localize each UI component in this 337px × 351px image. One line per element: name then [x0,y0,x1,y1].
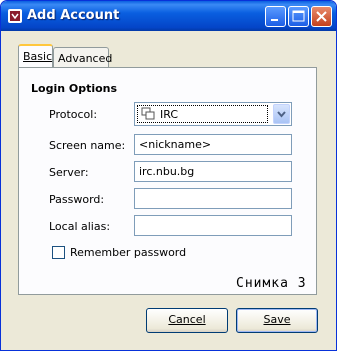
server-field[interactable]: irc.nbu.bg [134,161,292,182]
tab-basic[interactable]: Basic [18,44,53,67]
basic-panel: Login Options Protocol: IRC Screen name:… [18,67,317,295]
cancel-button[interactable]: Cancel [146,308,228,333]
local-alias-label: Local alias: [49,220,111,233]
protocol-label: Protocol: [49,108,98,121]
tab-basic-label: Basic [23,50,53,63]
close-button[interactable] [311,6,332,27]
tab-advanced[interactable]: Advanced [53,47,113,67]
app-icon [7,8,23,24]
password-label: Password: [49,193,105,206]
remember-password-checkbox[interactable] [52,246,65,259]
protocol-value: IRC [160,108,179,121]
save-button[interactable]: Save [236,308,318,333]
maximize-icon [292,10,305,22]
screen-name-label: Screen name: [49,139,126,152]
screenshot-caption: Снимка 3 [236,276,307,291]
tab-advanced-label: Advanced [58,52,113,65]
minimize-button[interactable] [265,6,286,27]
irc-icon [141,107,155,120]
protocol-select[interactable]: IRC [134,102,292,126]
chevron-down-icon [277,111,286,118]
maximize-button[interactable] [288,6,309,27]
screen-name-field[interactable]: <nickname> [134,134,292,155]
save-button-label: Save [263,313,291,326]
close-icon [316,11,327,22]
cancel-button-label: Cancel [168,313,206,326]
add-account-window: Add Account Basic Advanced Login Options… [0,0,337,351]
server-label: Server: [49,166,89,179]
local-alias-field[interactable] [134,215,292,236]
protocol-dropdown-button[interactable] [273,104,290,124]
minimize-icon [271,19,278,21]
login-options-heading: Login Options [31,82,118,95]
remember-password-label: Remember password [70,246,187,259]
title-bar[interactable]: Add Account [1,1,336,31]
window-title: Add Account [27,8,120,23]
protocol-selected: IRC [137,105,268,123]
password-field[interactable] [134,188,292,209]
